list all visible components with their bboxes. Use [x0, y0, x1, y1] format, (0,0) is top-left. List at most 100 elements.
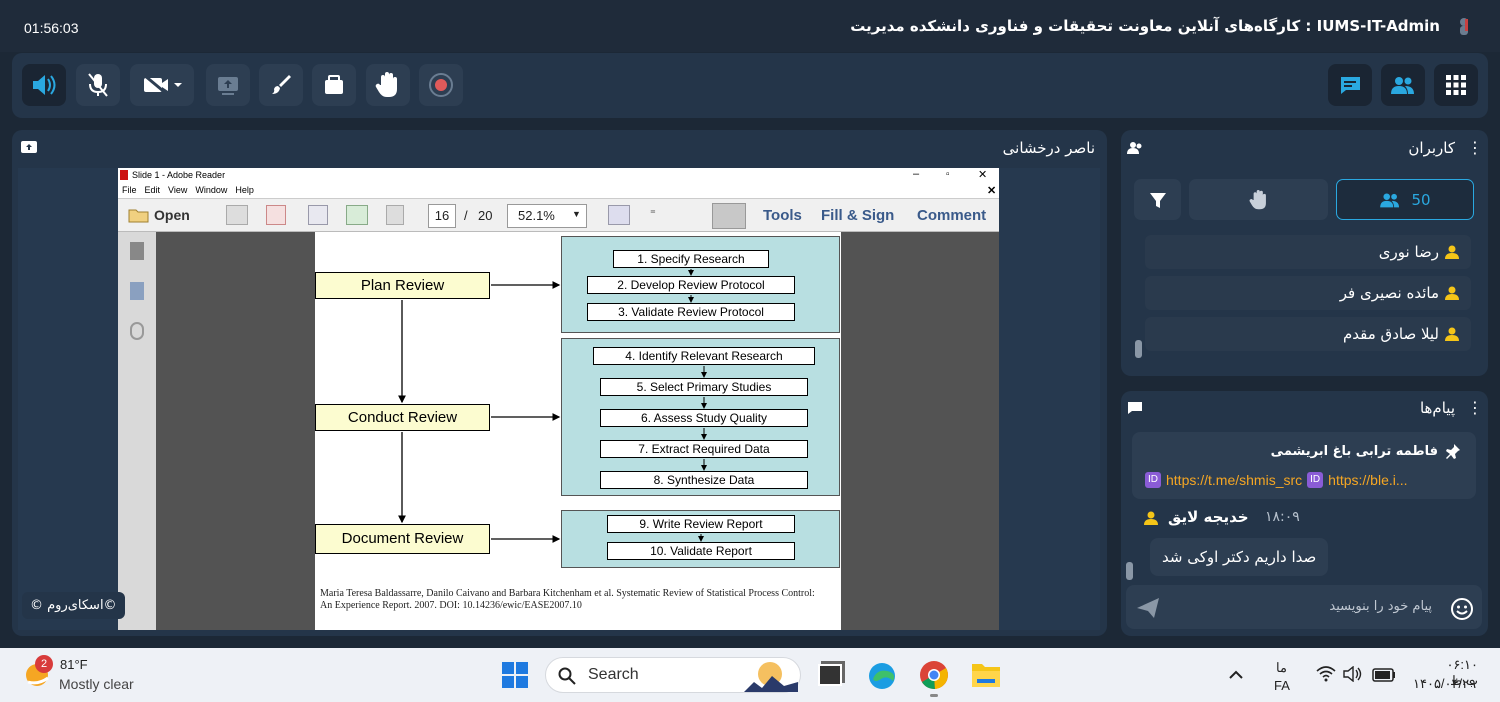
- windows-start-icon[interactable]: [501, 661, 529, 689]
- speaker-button[interactable]: [22, 64, 66, 106]
- taskbar-search[interactable]: Search: [545, 657, 801, 693]
- chat-toggle-button[interactable]: [1328, 64, 1372, 106]
- send-icon[interactable]: [1136, 597, 1160, 619]
- clock-date[interactable]: ۱۴۰۵/۰۴/۲۹: [1413, 676, 1476, 692]
- user-row[interactable]: لیلا صادق مقدم: [1145, 317, 1471, 351]
- screen-share-indicator-icon: [21, 141, 37, 153]
- adobe-toolbar: Open 16 / 20 52.1% ▼ ⁼ Tools Fill & Sign…: [118, 198, 999, 232]
- wifi-icon[interactable]: [1316, 666, 1336, 682]
- menu-edit[interactable]: Edit: [145, 185, 161, 195]
- open-button[interactable]: Open: [154, 207, 190, 223]
- raise-hand-button[interactable]: [366, 64, 410, 106]
- hand-icon: [1249, 189, 1266, 209]
- message-bubble: صدا داریم دکتر اوکی شد: [1150, 538, 1329, 576]
- users-toggle-button[interactable]: [1381, 64, 1425, 106]
- keyboard-lang-1[interactable]: ما: [1276, 660, 1287, 676]
- menu-view[interactable]: View: [168, 185, 187, 195]
- pinned-links: ID https://t.me/shmis_src ID https://ble…: [1145, 471, 1471, 489]
- tools-tab[interactable]: Tools: [763, 207, 802, 224]
- doc-close-button[interactable]: ✕: [987, 184, 996, 197]
- menu-file[interactable]: File: [122, 185, 137, 195]
- menu-window[interactable]: Window: [195, 185, 227, 195]
- user-avatar-icon: [1445, 286, 1459, 300]
- messages-menu-icon[interactable]: ⋮: [1467, 398, 1483, 417]
- messages-scrollbar[interactable]: [1126, 562, 1133, 580]
- upload-icon[interactable]: [346, 205, 368, 225]
- pinned-sender: فاطمه ترابی باغ ابریشمی: [1270, 444, 1438, 459]
- weather-status: Mostly clear: [59, 676, 134, 692]
- user-icon: [1460, 18, 1468, 35]
- adobe-reader-window: Slide 1 - Adobe Reader – ▫ ✕ File Edit V…: [118, 168, 999, 630]
- save-icon[interactable]: [386, 205, 404, 225]
- edit-icon[interactable]: [308, 205, 328, 225]
- page-separator: /: [464, 208, 468, 223]
- battery-icon[interactable]: [1372, 668, 1396, 682]
- create-pdf-icon[interactable]: [266, 205, 286, 225]
- pinned-link[interactable]: https://t.me/shmis_src: [1166, 472, 1302, 488]
- page-number-input[interactable]: 16: [428, 204, 456, 228]
- edge-icon[interactable]: [867, 661, 897, 691]
- raised-hands-tab[interactable]: [1189, 179, 1328, 220]
- minimize-button[interactable]: –: [913, 168, 919, 180]
- user-row[interactable]: مائده نصیری فر: [1145, 276, 1471, 310]
- users-count-tab[interactable]: 50: [1336, 179, 1474, 220]
- user-name: لیلا صادق مقدم: [1343, 325, 1439, 343]
- adobe-titlebar: Slide 1 - Adobe Reader – ▫ ✕: [118, 168, 999, 184]
- overflow-icon[interactable]: ⁼: [650, 207, 656, 220]
- pages-icon[interactable]: [130, 242, 144, 260]
- fullscreen-icon[interactable]: [608, 205, 630, 225]
- task-view-icon[interactable]: [818, 664, 842, 686]
- adobe-menubar: File Edit View Window Help: [122, 185, 254, 195]
- message-time: ۱۸:۰۹: [1265, 509, 1300, 525]
- draw-button[interactable]: [259, 64, 303, 106]
- file-explorer-icon[interactable]: [971, 661, 1001, 689]
- presenter-name: ناصر درخشانی: [1002, 139, 1095, 157]
- citation-line-1: Maria Teresa Baldassarre, Danilo Caivano…: [320, 588, 815, 599]
- speaker-icon: [33, 75, 56, 95]
- user-name: مائده نصیری فر: [1339, 284, 1439, 302]
- grid-icon: [1446, 75, 1466, 95]
- chevron-up-icon[interactable]: [1228, 668, 1244, 680]
- pdf-page: Plan Review Conduct Review Document Revi…: [315, 232, 841, 630]
- pin-icon: [1446, 444, 1460, 459]
- files-button[interactable]: [312, 64, 356, 106]
- fill-sign-tab[interactable]: Fill & Sign: [821, 207, 894, 224]
- menu-help[interactable]: Help: [235, 185, 254, 195]
- citation: Maria Teresa Baldassarre, Danilo Caivano…: [320, 588, 835, 612]
- zoom-dropdown-icon[interactable]: ▼: [572, 209, 581, 219]
- message-input[interactable]: پیام خود را بنویسید: [1329, 599, 1432, 614]
- attachment-icon[interactable]: [130, 322, 144, 340]
- keyboard-lang-2[interactable]: FA: [1274, 678, 1290, 693]
- camera-button[interactable]: [130, 64, 194, 106]
- id-icon: ID: [1307, 472, 1324, 488]
- restore-button[interactable]: ▫: [946, 169, 950, 180]
- user-row[interactable]: رضا نوری: [1145, 235, 1471, 269]
- apps-grid-button[interactable]: [1434, 64, 1478, 106]
- page-total: 20: [478, 208, 493, 223]
- users-header-icon: [1127, 142, 1142, 154]
- users-scrollbar[interactable]: [1135, 340, 1142, 358]
- filter-button[interactable]: [1134, 179, 1181, 220]
- search-label: Search: [588, 666, 639, 683]
- microphone-button[interactable]: [76, 64, 120, 106]
- chrome-icon[interactable]: [919, 660, 949, 690]
- citation-line-2: An Experience Report. 2007. DOI: 10.1423…: [320, 600, 582, 611]
- users-menu-icon[interactable]: ⋮: [1467, 138, 1483, 157]
- mic-muted-icon: [88, 73, 108, 97]
- pinned-link[interactable]: https://ble.i...: [1328, 472, 1407, 488]
- emoji-icon[interactable]: [1450, 597, 1474, 621]
- share-screen-button[interactable]: [206, 64, 250, 106]
- volume-icon[interactable]: [1343, 666, 1363, 682]
- chat-icon: [1340, 77, 1360, 94]
- comment-tab[interactable]: Comment: [917, 207, 986, 224]
- adobe-navigation-pane: [118, 232, 156, 630]
- hand-tool-icon[interactable]: [712, 203, 746, 229]
- camera-off-icon: [143, 73, 182, 97]
- open-folder-icon[interactable]: [128, 207, 150, 223]
- record-button[interactable]: [419, 64, 463, 106]
- close-button[interactable]: ✕: [978, 168, 987, 181]
- room-title: IUMS-IT-Admin : کارگاه‌های آنلاین معاونت…: [850, 17, 1440, 35]
- sender-avatar-icon: [1144, 511, 1158, 525]
- print-icon[interactable]: [226, 205, 248, 225]
- bookmark-icon[interactable]: [130, 282, 144, 300]
